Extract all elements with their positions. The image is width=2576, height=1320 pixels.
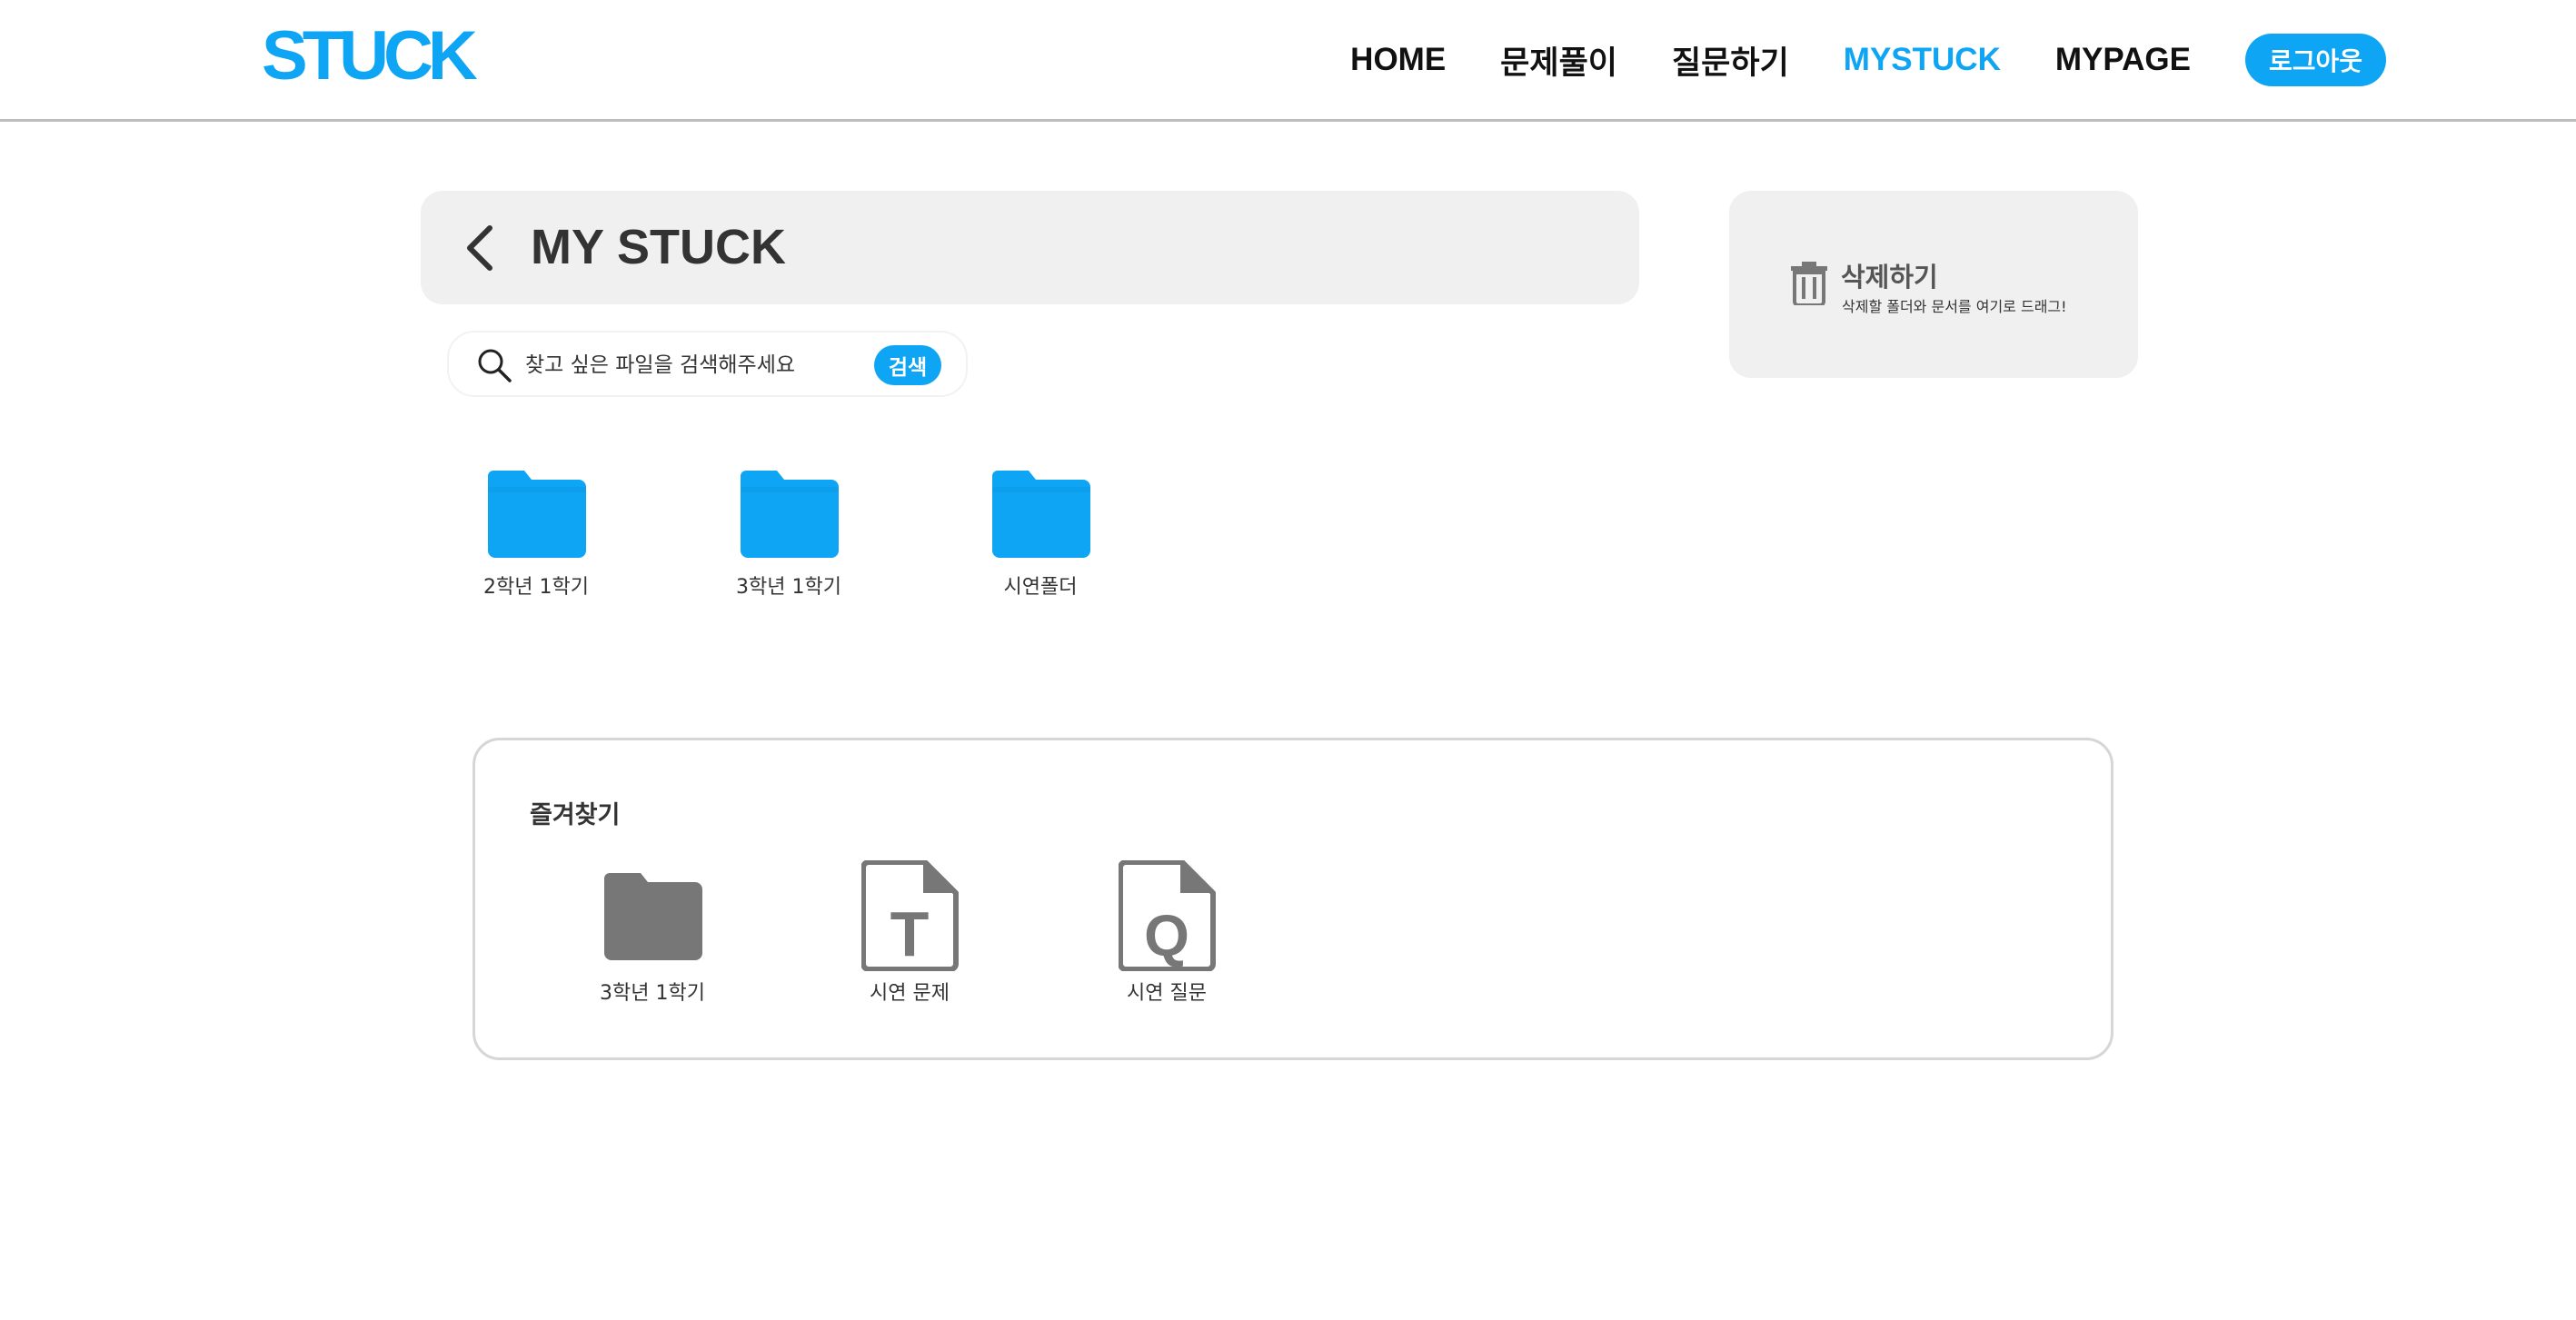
favorite-item[interactable]: T 시연 문제 bbox=[832, 860, 987, 1015]
document-letter: T bbox=[890, 898, 930, 969]
favorite-label: 3학년 1학기 bbox=[600, 982, 705, 1005]
nav-home[interactable]: HOME bbox=[1350, 42, 1446, 78]
document-letter: Q bbox=[1144, 903, 1189, 968]
favorite-item[interactable]: Q 시연 질문 bbox=[1089, 860, 1244, 1015]
favorite-label: 시연 문제 bbox=[870, 982, 950, 1005]
chevron-left-icon[interactable] bbox=[457, 223, 508, 273]
page-title-bar: MY STUCK bbox=[421, 191, 1639, 304]
document-q-icon: Q bbox=[1119, 860, 1216, 971]
favorites-title: 즐겨찾기 bbox=[530, 801, 621, 829]
nav-ask-question[interactable]: 질문하기 bbox=[1672, 37, 1789, 84]
delete-title: 삭제하기 bbox=[1841, 262, 1938, 293]
folder-item[interactable]: 시연폴더 bbox=[963, 471, 1118, 616]
search-input[interactable] bbox=[525, 345, 825, 385]
folder-icon bbox=[992, 471, 1090, 558]
delete-drop-zone[interactable]: 삭제하기 삭제할 폴더와 문서를 여기로 드래그! bbox=[1729, 191, 2138, 378]
folder-label: 2학년 1학기 bbox=[483, 576, 589, 599]
page-title: MY STUCK bbox=[531, 220, 787, 274]
search-button[interactable]: 검색 bbox=[874, 345, 941, 385]
folder-item[interactable]: 2학년 1학기 bbox=[459, 471, 613, 616]
main-nav: HOME 문제풀이 질문하기 MYSTUCK MYPAGE 로그아웃 bbox=[1296, 33, 2386, 87]
delete-description: 삭제할 폴더와 문서를 여기로 드래그! bbox=[1842, 298, 2067, 315]
folder-icon bbox=[488, 471, 586, 558]
folder-item[interactable]: 3학년 1학기 bbox=[711, 471, 866, 616]
folder-label: 3학년 1학기 bbox=[736, 576, 841, 599]
nav-mystuck[interactable]: MYSTUCK bbox=[1844, 42, 2001, 78]
nav-mypage[interactable]: MYPAGE bbox=[2055, 42, 2191, 78]
folder-icon bbox=[604, 873, 702, 960]
search-icon bbox=[478, 349, 512, 382]
folder-label: 시연폴더 bbox=[1003, 576, 1078, 599]
document-t-icon: T bbox=[861, 860, 959, 971]
trash-icon bbox=[1791, 262, 1827, 305]
stuck-logo[interactable]: STUCK bbox=[262, 22, 478, 91]
favorite-label: 시연 질문 bbox=[1127, 982, 1207, 1005]
folder-icon bbox=[741, 471, 839, 558]
favorite-item[interactable]: 3학년 1학기 bbox=[575, 860, 730, 1015]
top-header: STUCK HOME 문제풀이 질문하기 MYSTUCK MYPAGE 로그아웃 bbox=[0, 0, 2576, 122]
logout-button[interactable]: 로그아웃 bbox=[2244, 34, 2386, 86]
favorites-panel: 즐겨찾기 3학년 1학기 T 시연 문제 Q 시연 질문 bbox=[472, 738, 2114, 1060]
search-bar: 검색 bbox=[447, 331, 968, 397]
nav-problem-solving[interactable]: 문제풀이 bbox=[1500, 37, 1617, 84]
